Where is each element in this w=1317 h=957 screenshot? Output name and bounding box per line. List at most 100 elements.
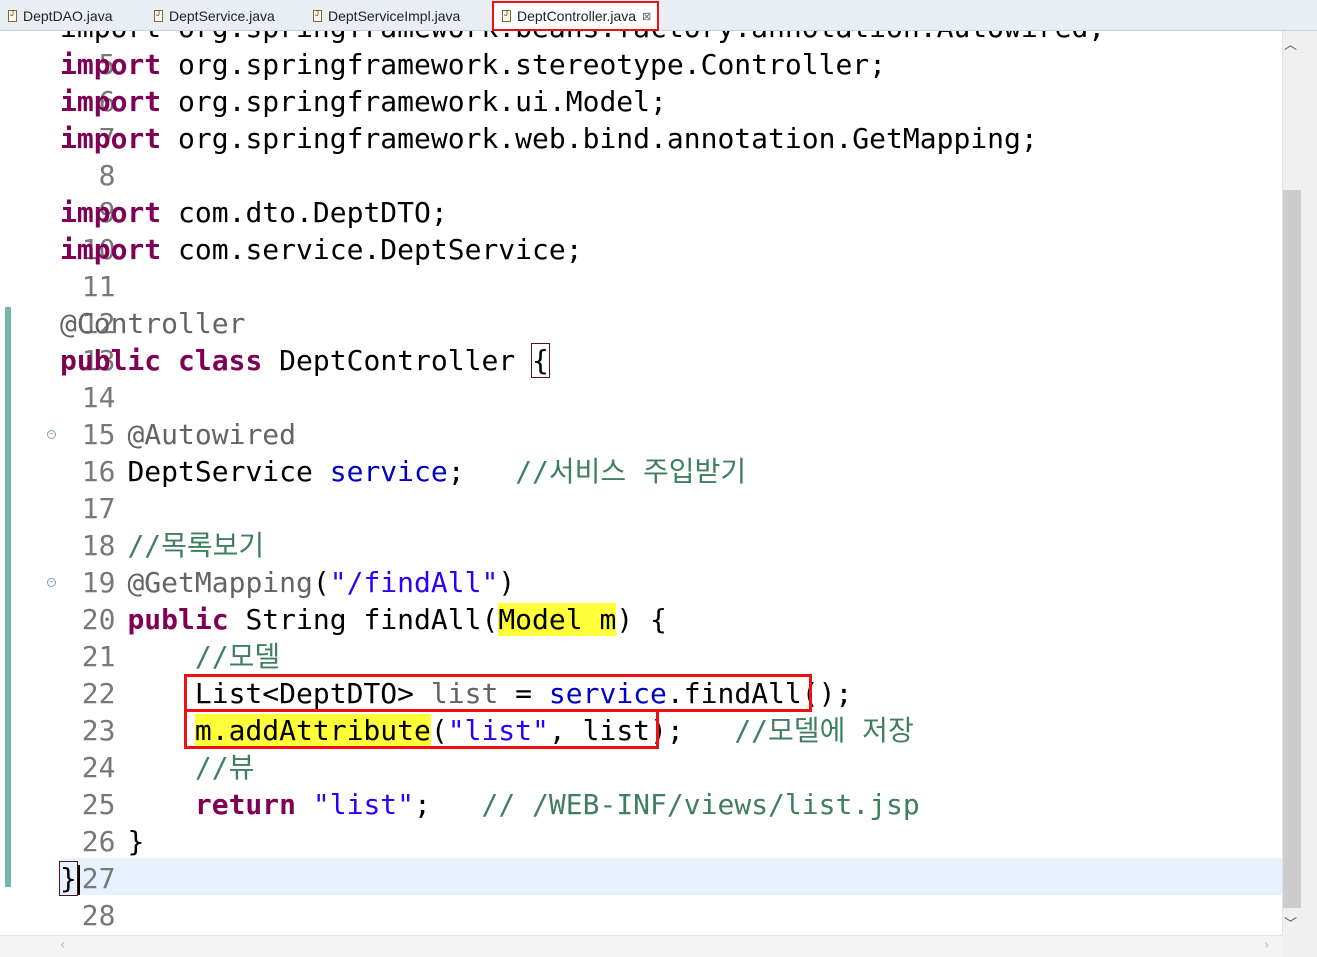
- code-text: import org.springframework.stereotype.Co…: [60, 46, 886, 83]
- punctuation: ): [498, 566, 516, 599]
- code-line: 21 public String findAll(Model m) {: [0, 601, 667, 673]
- code-line: 7 import org.springframework.ui.Model;: [0, 83, 667, 155]
- scroll-up-arrow-icon[interactable]: ︿: [1284, 34, 1297, 53]
- tab-deptserviceimpl[interactable]: DeptServiceImpl.java: [305, 4, 460, 28]
- code-line: 14 public class DeptController {: [0, 342, 550, 414]
- tab-label: DeptService.java: [169, 8, 275, 24]
- code-text: //모델: [60, 638, 280, 675]
- comment: //모델에 저장: [734, 714, 914, 747]
- string-literal: "/findAll": [329, 566, 499, 599]
- code-line: 19 //목록보기: [0, 527, 264, 599]
- keyword: class: [178, 344, 263, 377]
- fold-marker-icon[interactable]: −: [47, 430, 56, 439]
- code-line: 12: [0, 268, 116, 340]
- code-text: public class DeptController {: [60, 342, 550, 379]
- comment: //서비스 주입받기: [515, 455, 747, 488]
- code-line: 26 return "list"; // /WEB-INF/views/list…: [0, 786, 920, 858]
- code-line: 24 m.addAttribute("list", list); //모델에 저…: [0, 712, 914, 784]
- tab-label: DeptServiceImpl.java: [328, 8, 461, 24]
- code-line: 8 import org.springframework.web.bind.an…: [0, 120, 1038, 192]
- java-file-icon: [154, 9, 163, 22]
- matching-brace: }: [59, 861, 78, 896]
- annotation-box-line-23: [184, 674, 812, 712]
- java-file-icon: [8, 9, 17, 22]
- keyword: return: [194, 788, 297, 821]
- annotation: @Autowired: [60, 416, 296, 453]
- import-path: org.springframework.web.bind.annotation.…: [161, 122, 1038, 155]
- scrollbar-thumb[interactable]: [1283, 190, 1301, 908]
- code-line: 28 }: [0, 860, 115, 932]
- import-path: org.springframework.ui.Model;: [161, 85, 667, 118]
- keyword: import: [60, 122, 162, 155]
- code-line: 23 List<DeptDTO> list = service.findAll(…: [0, 675, 853, 747]
- tab-deptcontroller[interactable]: DeptController.java ⊠: [491, 1, 660, 31]
- scroll-down-arrow-icon[interactable]: ﹀: [1284, 913, 1297, 932]
- close-icon[interactable]: ⊠: [642, 10, 651, 23]
- comment: //모델: [194, 640, 281, 673]
- code-text: import org.springframework.web.bind.anno…: [60, 120, 1038, 157]
- scroll-right-arrow-icon[interactable]: ›: [1264, 938, 1269, 953]
- field-name: service: [329, 455, 448, 488]
- code-line: 5 import org.springframework.beans.facto…: [0, 31, 1105, 81]
- punctuation: ;: [447, 455, 465, 488]
- scroll-left-arrow-icon[interactable]: ‹: [60, 938, 65, 953]
- code-line: 13 @Controller: [0, 305, 245, 377]
- code-line: 18: [0, 490, 116, 562]
- code-line: 29: [0, 897, 115, 934]
- java-file-icon: [313, 9, 322, 22]
- import-path: com.service.DeptService;: [161, 233, 583, 266]
- code-text: import com.dto.DeptDTO;: [60, 194, 448, 231]
- tab-deptdao[interactable]: DeptDAO.java: [0, 4, 112, 28]
- import-path: org.springframework.stereotype.Controlle…: [161, 48, 887, 81]
- code-line: 22 //모델: [0, 638, 280, 710]
- keyword: public: [127, 603, 229, 636]
- comment: //목록보기: [127, 529, 265, 562]
- scrollbar-corner: [1282, 935, 1317, 957]
- annotation: @Controller: [60, 307, 246, 340]
- matching-brace: {: [531, 343, 550, 378]
- java-file-icon: [502, 9, 511, 22]
- code-text: import com.service.DeptService;: [60, 231, 583, 268]
- current-line-highlight: [60, 858, 1282, 895]
- code-line: 11 import com.service.DeptService;: [0, 231, 583, 303]
- horizontal-scrollbar[interactable]: ‹ ›: [0, 935, 1282, 957]
- type-name: String: [245, 603, 347, 636]
- fold-marker-icon[interactable]: −: [47, 578, 56, 587]
- code-text: DeptService service; //서비스 주입받기: [60, 453, 746, 490]
- tab-label: DeptController.java: [517, 8, 637, 24]
- code-line: 10 import com.dto.DeptDTO;: [0, 194, 448, 266]
- annotation-box-line-24: [184, 709, 659, 749]
- tab-deptservice[interactable]: DeptService.java: [146, 4, 275, 28]
- class-name: DeptController: [279, 344, 516, 377]
- tab-label: DeptDAO.java: [23, 8, 113, 24]
- code-line: 15: [0, 379, 116, 451]
- keyword: import: [60, 196, 162, 229]
- code-line: 6 import org.springframework.stereotype.…: [0, 46, 886, 118]
- comment: //뷰: [194, 751, 255, 784]
- comment: // /WEB-INF/views/list.jsp: [481, 788, 920, 821]
- code-editor[interactable]: 5 import org.springframework.beans.facto…: [0, 31, 1282, 935]
- code-line: 9: [0, 157, 116, 229]
- string-literal: "list": [312, 788, 415, 821]
- punctuation: (: [312, 566, 330, 599]
- code-line: 16 − @Autowired: [0, 416, 296, 488]
- code-text: //목록보기: [60, 527, 264, 564]
- editor-tab-bar: DeptDAO.java DeptService.java DeptServic…: [0, 0, 1317, 31]
- code-line: 20 − @GetMapping("/findAll"): [0, 564, 515, 636]
- keyword: import: [60, 233, 162, 266]
- keyword: import: [60, 48, 162, 81]
- annotation: @GetMapping: [127, 566, 313, 599]
- vertical-scrollbar[interactable]: ︿ ﹀: [1282, 31, 1317, 935]
- code-line: 25 //뷰: [0, 749, 255, 821]
- method-name: findAll(: [363, 603, 499, 636]
- type-name: DeptService: [127, 455, 313, 488]
- code-text: import org.springframework.beans.factory…: [60, 31, 1105, 46]
- code-text: }: [59, 860, 80, 897]
- code-text: public String findAll(Model m) {: [60, 601, 667, 638]
- keyword: public: [60, 344, 162, 377]
- code-text: }: [60, 823, 144, 860]
- code-text: import org.springframework.ui.Model;: [60, 83, 667, 120]
- import-path: com.dto.DeptDTO;: [161, 196, 448, 229]
- keyword: import: [60, 85, 162, 118]
- code-line: 17 DeptService service; //서비스 주입받기: [0, 453, 746, 525]
